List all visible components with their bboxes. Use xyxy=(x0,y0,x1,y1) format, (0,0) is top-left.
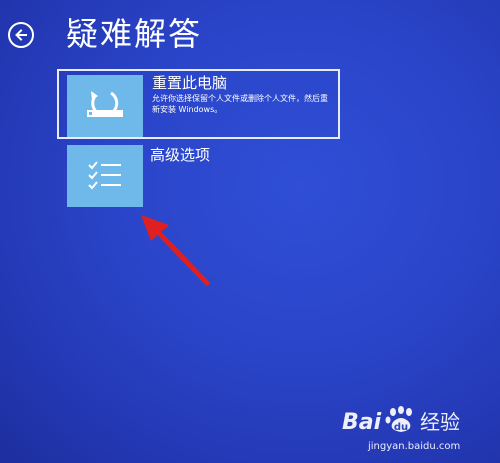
red-pointer-arrow xyxy=(141,215,210,286)
reset-pc-description: 允许你选择保留个人文件或删除个人文件，然后重新安装 Windows。 xyxy=(152,94,328,114)
reset-pc-option[interactable]: 重置此电脑 允许你选择保留个人文件或删除个人文件，然后重新安装 Windows。 xyxy=(57,69,340,139)
advanced-options-option[interactable]: 高级选项 xyxy=(57,141,340,211)
baidu-jingyan-watermark: Bai du 经验 jingyan.baidu.com xyxy=(338,402,488,460)
reset-pc-title: 重置此电脑 xyxy=(152,74,228,92)
svg-text:du: du xyxy=(394,422,408,433)
checklist-icon xyxy=(88,161,121,190)
advanced-options-tile xyxy=(67,145,143,207)
watermark-url: jingyan.baidu.com xyxy=(368,441,461,452)
svg-text:Bai: Bai xyxy=(342,410,382,435)
advanced-options-title: 高级选项 xyxy=(150,146,211,164)
reset-pc-icon xyxy=(87,91,123,117)
baidu-jingyan-logo: Bai du 经验 xyxy=(338,402,488,438)
page-title: 疑难解答 xyxy=(66,15,203,53)
reset-pc-tile xyxy=(67,75,143,137)
svg-text:经验: 经验 xyxy=(420,410,460,434)
back-button[interactable] xyxy=(8,22,34,48)
troubleshoot-screen: 疑难解答 重置此电脑 允许你选择保留个人文件或删除个人文件，然后重新安装 Win… xyxy=(0,0,500,463)
back-arrow-icon xyxy=(15,29,27,41)
